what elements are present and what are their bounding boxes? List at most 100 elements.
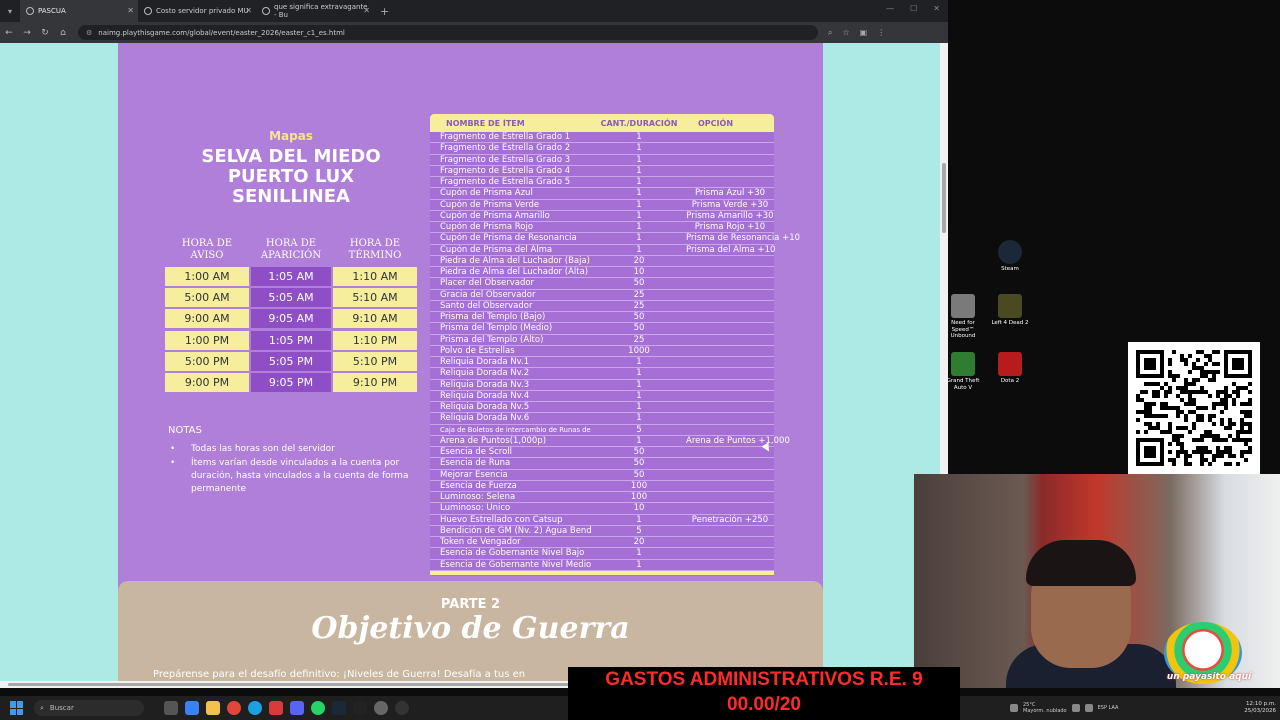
item-qty-cell: 50 bbox=[633, 458, 645, 469]
tab-costo-servidor[interactable]: Costo servidor privado MU ✕ bbox=[138, 0, 256, 22]
discord-icon[interactable] bbox=[290, 701, 304, 715]
tab-pascua[interactable]: PASCUA ✕ bbox=[20, 0, 138, 22]
item-qty-cell: 50 bbox=[633, 278, 645, 289]
banner-line2: 00.00/20 bbox=[727, 694, 801, 715]
map-name: SELVA DEL MIEDO bbox=[201, 146, 381, 167]
whatsapp-icon[interactable] bbox=[311, 701, 325, 715]
desktop-icon-l4d2[interactable]: Left 4 Dead 2 bbox=[988, 294, 1032, 327]
item-qty-cell: 1 bbox=[636, 222, 642, 233]
item-name-cell: Cupón de Prisma de Resonancia bbox=[440, 233, 577, 244]
table-row: Fragmento de Estrella Grado 5 1 bbox=[430, 177, 774, 189]
table-row: Santo del Observador 25 bbox=[430, 301, 774, 312]
maximize-icon[interactable]: ☐ bbox=[910, 4, 917, 13]
address-bar[interactable]: ⚙ naimg.playthisgame.com/global/event/ea… bbox=[78, 25, 818, 40]
item-name-cell: Luminoso: Selena bbox=[440, 492, 516, 503]
back-icon[interactable]: ← bbox=[0, 28, 18, 38]
taskbar-search[interactable]: ⌕ Buscar bbox=[34, 700, 144, 716]
desktop-icon-steam[interactable]: Steam bbox=[988, 240, 1032, 273]
schedule-aviso-cell: 1:00 AM bbox=[165, 267, 249, 286]
tab-search-icon[interactable]: ▾ bbox=[0, 0, 20, 22]
schedule-header-aparicion: HORA DE APARICIÓN bbox=[260, 238, 322, 261]
schedule-aviso-cell: 5:00 AM bbox=[165, 288, 249, 308]
scroll-thumb[interactable] bbox=[942, 163, 946, 233]
language-indicator[interactable]: ESP LAA bbox=[1098, 705, 1119, 711]
chrome-icon[interactable] bbox=[227, 701, 241, 715]
items-table-body: Fragmento de Estrella Grado 1 1 Fragmento … bbox=[430, 132, 800, 571]
item-qty-cell: 1 bbox=[636, 244, 642, 255]
table-row: Piedra de Alma del Luchador (Alta) 10 bbox=[430, 267, 774, 279]
desktop-icon-nfs[interactable]: Need for Speed™ Unbound bbox=[941, 294, 985, 340]
capcut-icon[interactable] bbox=[353, 701, 367, 715]
home-icon[interactable]: ⌂ bbox=[54, 28, 72, 38]
table-row: Cupón de Prisma del Alma 1 Prisma del Alma… bbox=[430, 244, 775, 256]
clock-date: 25/03/2026 bbox=[1244, 708, 1276, 715]
table-row: Arena de Puntos(1,000p) 1 Arena de Puntos … bbox=[430, 435, 790, 447]
search-icon: ⌕ bbox=[40, 703, 44, 712]
item-name-cell: Fragmento de Estrella Grado 1 bbox=[440, 132, 571, 143]
tab-extravagante[interactable]: que significa extravagante - Bu ✕ bbox=[256, 0, 374, 22]
table-row: Bendición de GM (Nv. 2) Agua Bendita 5 bbox=[430, 526, 774, 537]
schedule-row: 5:00 PM 5:05 PM 5:10 PM bbox=[165, 351, 417, 371]
app-icon[interactable] bbox=[269, 701, 283, 715]
copilot-icon[interactable] bbox=[185, 701, 199, 715]
browser-tools: ⌕ ☆ ▣ ⋮ bbox=[828, 28, 885, 38]
item-qty-cell: 1 bbox=[636, 199, 642, 210]
item-name-cell: Fragmento de Estrella Grado 5 bbox=[440, 177, 571, 188]
volume-icon[interactable] bbox=[1084, 704, 1093, 712]
item-name-cell: Huevo Estrellado con Catsup bbox=[440, 514, 563, 525]
schedule-header-termino: HORA DE TÉRMINO bbox=[348, 238, 402, 261]
steam-taskbar-icon[interactable] bbox=[332, 701, 346, 715]
edge-icon[interactable] bbox=[248, 701, 262, 715]
reload-icon[interactable]: ↻ bbox=[36, 28, 54, 38]
item-name-cell: Prisma del Templo (Alto) bbox=[440, 334, 544, 345]
globe-icon bbox=[144, 7, 152, 15]
table-row: Cupón de Prisma Azul 1 Prisma Azul +30 bbox=[430, 188, 774, 200]
item-name-cell: Arena de Puntos(1,000p) bbox=[440, 435, 547, 446]
desktop-icon-dota2[interactable]: Dota 2 bbox=[988, 352, 1032, 385]
table-row: Prisma del Templo (Alto) 25 bbox=[430, 335, 774, 346]
table-row: Caja de Boletos de intercambio de Runas … bbox=[430, 425, 774, 436]
item-qty-cell: 25 bbox=[633, 300, 645, 311]
part2-panel: PARTE 2 Objetivo de Guerra Prepárense pa… bbox=[118, 581, 823, 681]
zoom-icon[interactable]: ⌕ bbox=[828, 28, 832, 38]
item-qty-cell: 1 bbox=[636, 548, 642, 559]
weather-icon[interactable] bbox=[1010, 704, 1018, 712]
item-qty-cell: 1 bbox=[636, 154, 642, 165]
item-qty-cell: 50 bbox=[633, 323, 645, 334]
item-name-cell: Esencia de Fuerza bbox=[440, 480, 517, 491]
qr-code-image bbox=[1136, 350, 1252, 466]
clock[interactable]: 12:10 p.m. 25/03/2026 bbox=[1244, 701, 1276, 715]
new-tab-button[interactable]: + bbox=[380, 5, 389, 18]
minimize-icon[interactable]: — bbox=[886, 4, 894, 13]
item-name-cell: Token de Vengador bbox=[440, 537, 521, 548]
menu-icon[interactable]: ⋮ bbox=[877, 28, 885, 38]
site-info-icon[interactable]: ⚙ bbox=[86, 29, 92, 37]
schedule-aviso-cell: 9:00 PM bbox=[165, 373, 249, 392]
close-tab-icon[interactable]: ✕ bbox=[245, 6, 252, 15]
note-item: • Todas las horas son del servidor bbox=[170, 443, 416, 456]
desktop-icon-gta5[interactable]: Grand Theft Auto V bbox=[941, 352, 985, 391]
item-name-cell: Prisma del Templo (Bajo) bbox=[440, 312, 546, 323]
file-explorer-icon[interactable] bbox=[206, 701, 220, 715]
bookmark-star-icon[interactable]: ☆ bbox=[842, 28, 849, 38]
forward-icon[interactable]: → bbox=[18, 28, 36, 38]
item-qty-cell: 1 bbox=[636, 379, 642, 390]
start-button[interactable] bbox=[10, 701, 24, 715]
table-row: Reliquia Dorada Nv.5 1 bbox=[430, 402, 774, 414]
schedule-aparicion-cell: 5:05 AM bbox=[251, 288, 331, 308]
page-viewport: Mapas SELVA DEL MIEDO PUERTO LUX SENILLI… bbox=[0, 43, 940, 681]
qr-code bbox=[1128, 342, 1260, 474]
event-panel: Mapas SELVA DEL MIEDO PUERTO LUX SENILLI… bbox=[118, 43, 823, 606]
task-view-icon[interactable] bbox=[164, 701, 178, 715]
network-icon[interactable] bbox=[1071, 704, 1080, 712]
close-tab-icon[interactable]: ✕ bbox=[363, 6, 370, 15]
clown-caption: un payasito aquí bbox=[1166, 672, 1252, 682]
extensions-icon[interactable]: ▣ bbox=[860, 28, 868, 38]
close-window-icon[interactable]: ✕ bbox=[933, 4, 940, 13]
obs-icon[interactable] bbox=[395, 701, 409, 715]
close-tab-icon[interactable]: ✕ bbox=[127, 6, 134, 15]
dota2-icon bbox=[998, 352, 1022, 376]
settings-icon[interactable] bbox=[374, 701, 388, 715]
table-row: Cupón de Prisma Verde 1 Prisma Verde +30 bbox=[430, 200, 774, 211]
table-row: Polvo de Estrellas 1000 bbox=[430, 346, 774, 357]
